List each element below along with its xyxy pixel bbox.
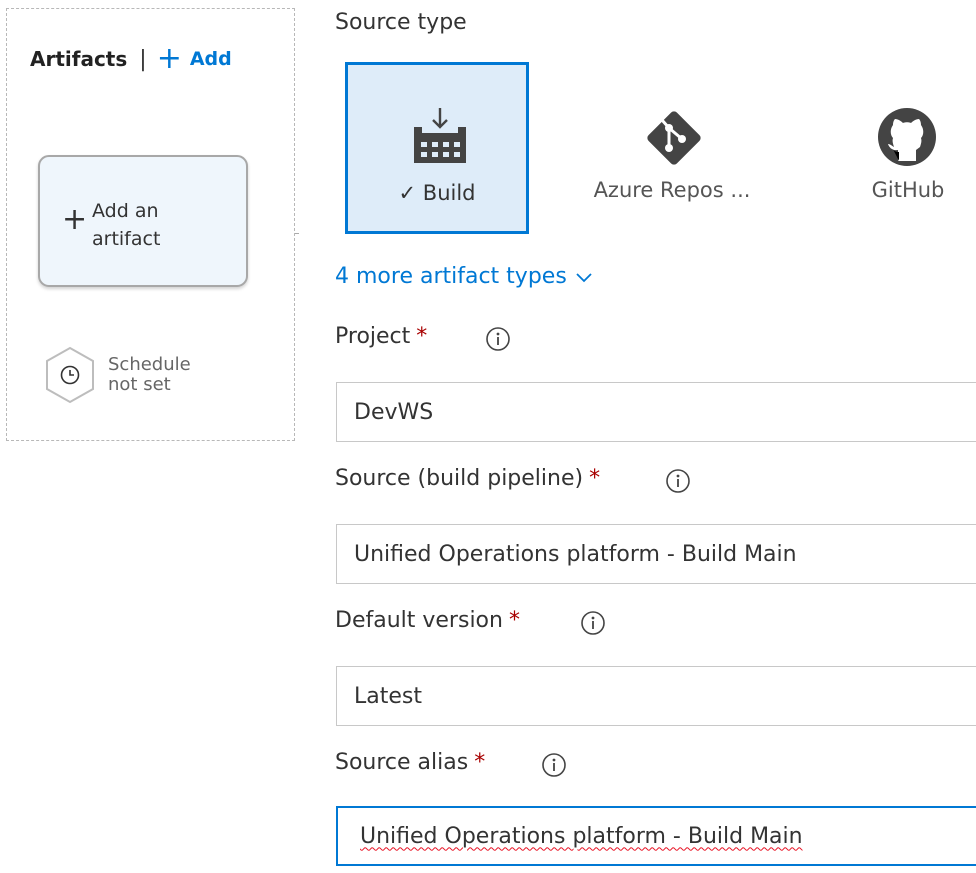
default-version-field[interactable]: Latest (336, 666, 976, 726)
build-icon (414, 108, 466, 163)
schedule-line1: Schedule (108, 354, 191, 375)
source-alias-label: Source alias * (335, 750, 485, 775)
chevron-down-icon (576, 272, 592, 282)
project-field[interactable]: DevWS (336, 382, 976, 442)
required-mark: * (508, 608, 520, 633)
artifacts-title: Artifacts (30, 47, 128, 71)
source-value: Unified Operations platform - Build Main (354, 541, 797, 567)
more-artifact-types-toggle[interactable]: 4 more artifact types (335, 264, 593, 289)
source-type-label: Source type (335, 10, 467, 35)
add-artifact-link[interactable]: + Add (157, 44, 232, 74)
add-label: Add (189, 48, 232, 70)
schedule-clock-icon (46, 346, 94, 404)
info-icon[interactable] (665, 468, 691, 494)
default-version-value: Latest (354, 683, 422, 709)
default-version-label: Default version * (335, 608, 520, 633)
tile-github-caption: GitHub (871, 178, 945, 202)
info-icon[interactable] (485, 326, 511, 352)
tile-build[interactable]: ✓ Build (345, 62, 529, 234)
check-icon: ✓ (398, 181, 423, 205)
artifacts-header: Artifacts | + Add (30, 44, 232, 74)
project-label: Project * (335, 324, 427, 349)
git-icon (647, 111, 701, 165)
add-artifact-card[interactable]: + Add an artifact (38, 155, 248, 287)
plus-icon: + (156, 41, 182, 76)
source-label: Source (build pipeline) * (335, 466, 600, 491)
github-icon (878, 108, 936, 166)
default-version-label-text: Default version (335, 608, 503, 633)
source-alias-label-text: Source alias (335, 750, 469, 775)
connector-line (295, 233, 299, 234)
info-icon[interactable] (541, 752, 567, 778)
add-artifact-line1: Add an (92, 200, 159, 222)
tile-build-label: Build (422, 181, 476, 205)
source-field[interactable]: Unified Operations platform - Build Main (336, 524, 976, 584)
header-separator: | (139, 46, 147, 72)
required-mark: * (416, 324, 428, 349)
more-types-label: 4 more artifact types (335, 264, 567, 289)
schedule-line2: not set (108, 374, 171, 395)
source-alias-value: Unified Operations platform - Build Main (360, 823, 803, 849)
plus-icon: + (62, 202, 88, 237)
project-label-text: Project (335, 324, 411, 349)
schedule-trigger[interactable]: Schedule not set (44, 346, 191, 404)
add-artifact-line2: artifact (92, 228, 161, 250)
source-label-text: Source (build pipeline) (335, 466, 584, 491)
add-artifact-text: Add an artifact (92, 197, 160, 253)
required-mark: * (474, 750, 486, 775)
tile-github[interactable]: GitHub (816, 62, 976, 234)
info-icon[interactable] (580, 610, 606, 636)
source-alias-input[interactable]: Unified Operations platform - Build Main (336, 806, 976, 866)
schedule-text: Schedule not set (108, 355, 191, 395)
tile-build-caption: ✓ Build (348, 181, 526, 205)
tile-azure-repos-caption: Azure Repos ... (593, 178, 751, 202)
required-mark: * (589, 466, 601, 491)
tile-azure-repos[interactable]: Azure Repos ... (580, 62, 764, 234)
project-value: DevWS (354, 399, 434, 425)
